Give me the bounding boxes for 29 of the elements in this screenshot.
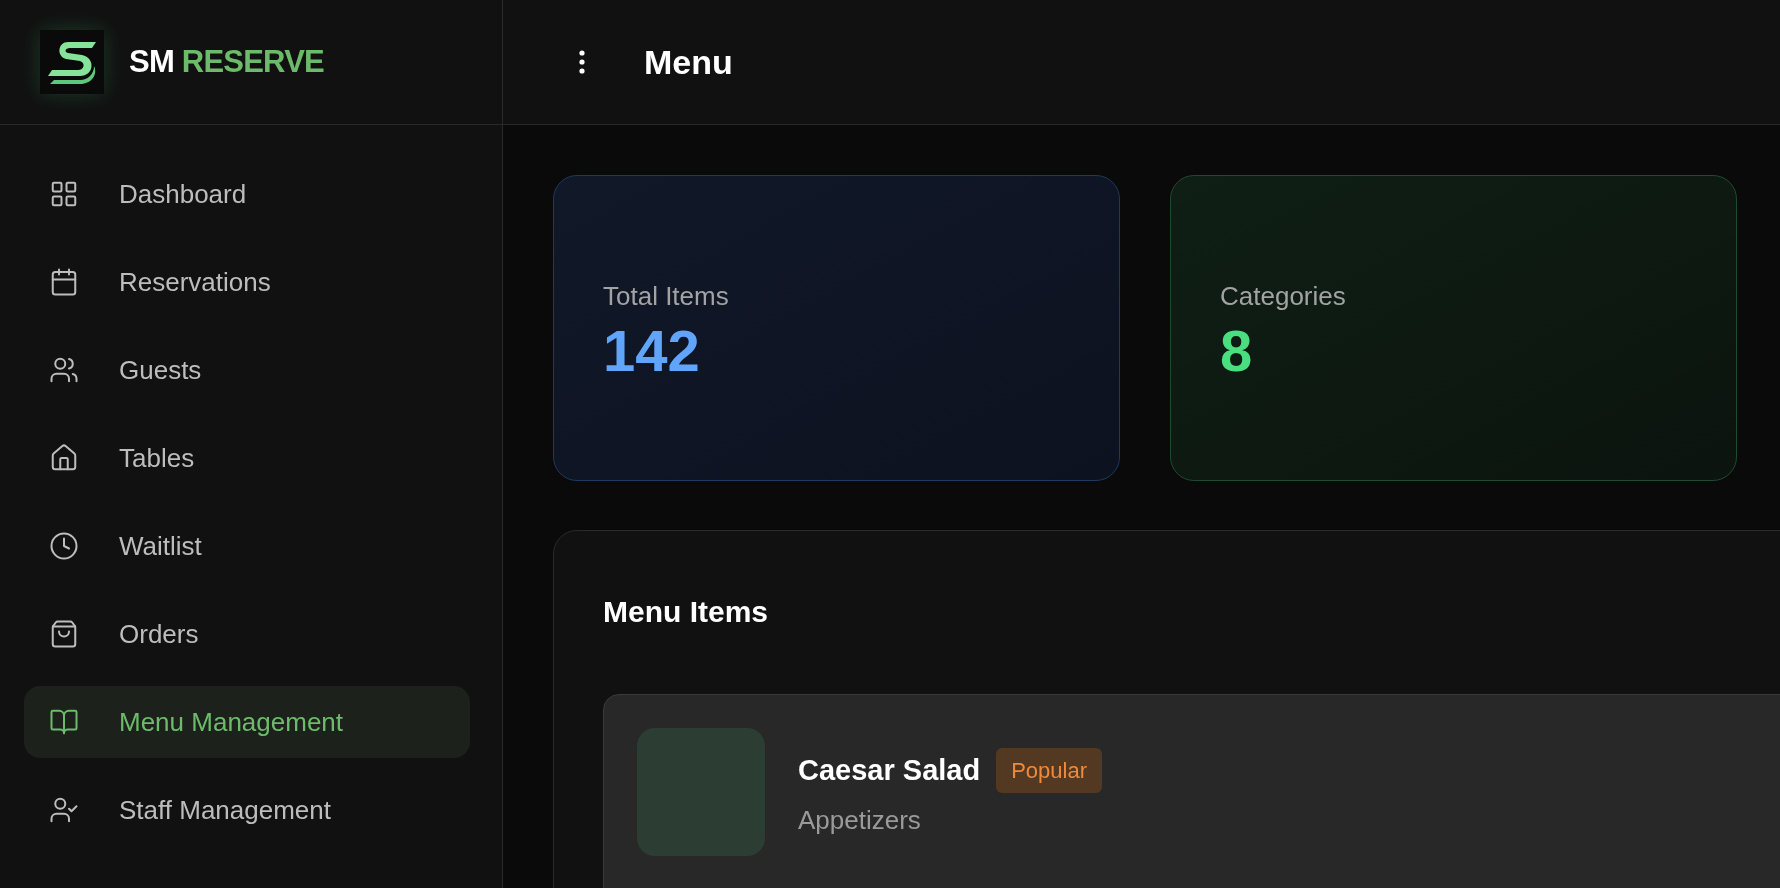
logo-icon	[40, 30, 104, 94]
panel-title: Menu Items	[603, 594, 770, 630]
house-icon	[49, 443, 79, 473]
grid-icon	[49, 179, 79, 209]
calendar-icon	[49, 267, 79, 297]
stat-label: Total Items	[603, 279, 730, 313]
user-check-icon	[49, 795, 79, 825]
users-icon	[49, 355, 79, 385]
clock-icon	[49, 531, 79, 561]
sidebar-item[interactable]: Staff Management	[24, 774, 470, 846]
stat-value: 8	[1220, 321, 1254, 380]
sidebar-item[interactable]: Dashboard	[24, 158, 470, 230]
sidebar-item[interactable]: Waitlist	[24, 510, 470, 582]
brand-name: SM RESERVE	[129, 42, 324, 81]
menu-item-card[interactable]: Caesar Salad Popular Appetizers	[603, 694, 1780, 888]
sidebar-item[interactable]: Reservations	[24, 246, 470, 318]
sidebar-item[interactable]: Guests	[24, 334, 470, 406]
item-name: Caesar Salad	[798, 752, 981, 788]
sidebar-item[interactable]: Menu Management	[24, 686, 470, 758]
popular-tag: Popular	[996, 748, 1102, 793]
item-category: Appetizers	[798, 804, 922, 837]
sidebar-item[interactable]: Orders	[24, 598, 470, 670]
page-title: Menu	[644, 41, 733, 83]
more-icon	[579, 50, 585, 74]
stat-value: 142	[603, 321, 701, 380]
sidebar-item[interactable]: Tables	[24, 422, 470, 494]
book-icon	[49, 707, 79, 737]
stat-label: Categories	[1220, 279, 1347, 313]
bag-icon	[49, 619, 79, 649]
